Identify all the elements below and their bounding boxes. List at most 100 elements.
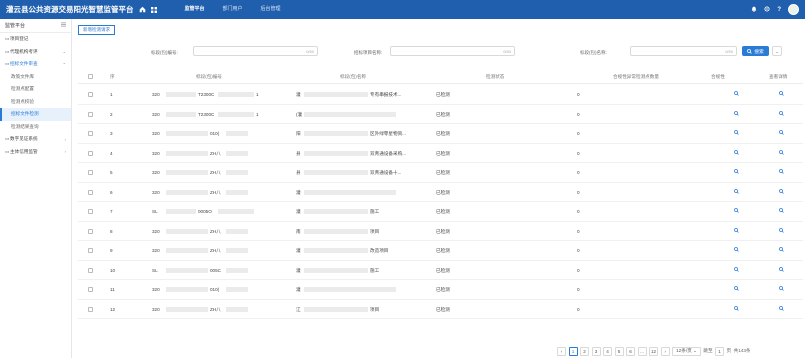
- compliance-search-icon[interactable]: [734, 208, 739, 215]
- grid-icon[interactable]: [151, 6, 158, 13]
- package-code-input[interactable]: 0/50: [193, 46, 318, 56]
- package-code-prefix: 320: [152, 111, 160, 117]
- row-checkbox[interactable]: [88, 150, 93, 156]
- package-code-prefix: SL: [152, 267, 158, 273]
- row-checkbox[interactable]: [88, 209, 93, 214]
- table-row[interactable]: 3 320 010(阳 区外绿零星物资... 已检测 0: [78, 124, 803, 144]
- row-checkbox[interactable]: [88, 248, 93, 253]
- package-code-middle: 010(: [210, 287, 220, 292]
- view-details-search-icon[interactable]: [779, 91, 784, 98]
- page-button[interactable]: 4: [603, 346, 612, 356]
- view-details-search-icon[interactable]: [779, 110, 784, 118]
- compliance-search-icon[interactable]: [734, 286, 739, 293]
- sidebar-item[interactable]: ▭ 数字见证系统 ›: [0, 133, 71, 146]
- view-details-search-icon[interactable]: [779, 130, 784, 137]
- expand-filters-button[interactable]: ⌄: [772, 46, 782, 56]
- page-button[interactable]: 12: [649, 346, 659, 356]
- sidebar-item[interactable]: 政策文件库: [0, 71, 71, 84]
- abnormal-count: 0: [577, 131, 580, 136]
- compliance-search-icon[interactable]: [734, 110, 739, 118]
- table-row[interactable]: 12 320 ZH八 江 项目 已检测 0: [78, 300, 803, 319]
- compliance-search-icon[interactable]: [734, 305, 739, 313]
- row-checkbox[interactable]: [88, 170, 93, 175]
- sidebar-item[interactable]: 招标文件检测: [0, 108, 71, 121]
- redacted-text: [166, 131, 208, 136]
- row-checkbox[interactable]: [88, 287, 93, 292]
- page-size-select[interactable]: 12条/页 ⌄: [672, 346, 701, 356]
- compliance-search-icon[interactable]: [734, 149, 739, 157]
- compliance-search-icon[interactable]: [734, 227, 739, 235]
- row-checkbox[interactable]: [88, 111, 93, 117]
- top-nav-item[interactable]: 部门用户: [214, 0, 252, 19]
- table-row[interactable]: 10 SL 005C 灌 施工 已检测 0: [78, 261, 803, 280]
- compliance-search-icon[interactable]: [734, 130, 739, 137]
- sidebar-item[interactable]: ▭ 主体信用监管 ›: [0, 146, 71, 159]
- view-details-search-icon[interactable]: [779, 208, 784, 215]
- view-details-search-icon[interactable]: [779, 227, 784, 235]
- page-button[interactable]: ...: [637, 346, 647, 356]
- help-icon[interactable]: ?: [777, 7, 781, 13]
- sidebar-item[interactable]: ▭ 招标文件审查 ⌃: [0, 58, 71, 71]
- select-all-checkbox[interactable]: [88, 74, 93, 79]
- view-details-search-icon[interactable]: [779, 188, 784, 196]
- sidebar-item[interactable]: ▭ 代理机构考评 ⌄: [0, 46, 71, 59]
- row-checkbox[interactable]: [88, 131, 93, 136]
- compliance-search-icon[interactable]: [734, 247, 739, 254]
- row-index: 8: [110, 228, 113, 234]
- table-row[interactable]: 8 320 ZH八 南 项目 已检测 0: [78, 222, 803, 241]
- sidebar-item[interactable]: 检测结果查询: [0, 121, 71, 134]
- row-checkbox[interactable]: [88, 306, 93, 312]
- view-details-search-icon[interactable]: [779, 286, 784, 293]
- page-button[interactable]: 3: [591, 346, 601, 356]
- jump-page-input[interactable]: 1: [715, 346, 725, 356]
- compliance-search-icon[interactable]: [734, 266, 739, 274]
- table-row[interactable]: 2 320 T2300C 1 (灌 已检测 0: [78, 105, 803, 124]
- redacted-text: [166, 306, 208, 312]
- view-details-search-icon[interactable]: [779, 169, 784, 176]
- page-button[interactable]: 5: [614, 346, 624, 356]
- bell-icon[interactable]: [751, 6, 757, 14]
- search-button[interactable]: 搜索: [742, 46, 769, 56]
- next-page-button[interactable]: ›: [660, 346, 670, 356]
- sidebar-item[interactable]: 检测点校验: [0, 96, 71, 109]
- view-details-search-icon[interactable]: [779, 305, 784, 313]
- package-code-prefix: 320: [152, 248, 160, 253]
- prev-page-button[interactable]: ‹: [557, 346, 566, 356]
- page-button[interactable]: 1: [568, 346, 578, 356]
- sidebar-item-label: 检测点校验: [11, 98, 34, 104]
- compliance-search-icon[interactable]: [734, 91, 739, 98]
- table-row[interactable]: 9 320 ZH八 灌 改造项目 已检测 0: [78, 241, 803, 261]
- redacted-text: [166, 189, 208, 195]
- compliance-search-icon[interactable]: [734, 188, 739, 196]
- view-details-search-icon[interactable]: [779, 149, 784, 157]
- top-nav-item[interactable]: 后台管理: [252, 0, 290, 19]
- table-row[interactable]: 5 320 ZH八 县 双青通设备十... 已检测 0: [78, 163, 803, 183]
- home-icon[interactable]: [139, 6, 146, 13]
- compliance-search-icon[interactable]: [734, 169, 739, 176]
- row-checkbox[interactable]: [88, 267, 93, 273]
- sidebar-item[interactable]: 检测点配置: [0, 83, 71, 96]
- row-checkbox[interactable]: [88, 92, 93, 97]
- table-row[interactable]: 1 320 T2300C 1 灌 专有串报技术... 已检测 0: [78, 85, 803, 105]
- sidebar-title: 监管平台: [5, 23, 26, 29]
- top-nav-item[interactable]: 监管平台: [176, 0, 214, 19]
- sidebar-item[interactable]: ▭ 项目登记: [0, 33, 71, 46]
- detection-status: 已检测: [436, 131, 450, 136]
- view-details-search-icon[interactable]: [779, 266, 784, 274]
- view-details-search-icon[interactable]: [779, 247, 784, 254]
- table-row[interactable]: 7 SL 0005O 灌 施工 已检测 0: [78, 202, 803, 222]
- table-row[interactable]: 4 320 ZH八 县 双青通设备采购... 已检测 0: [78, 144, 803, 163]
- avatar[interactable]: [788, 4, 799, 15]
- gear-icon[interactable]: [764, 5, 770, 14]
- abnormal-count: 0: [577, 111, 580, 117]
- new-detection-request-button[interactable]: 新增检测请求: [78, 25, 115, 35]
- project-name-input[interactable]: 0/50: [390, 46, 515, 56]
- row-checkbox[interactable]: [88, 228, 93, 234]
- row-checkbox[interactable]: [88, 189, 93, 195]
- menu-collapse-icon[interactable]: [61, 22, 66, 29]
- table-row[interactable]: 11 320 010(灌 已检测 0: [78, 280, 803, 300]
- page-button[interactable]: 2: [580, 346, 589, 356]
- package-name-input[interactable]: 0/50: [630, 46, 737, 56]
- table-row[interactable]: 6 320 ZH八 灌 已检测 0: [78, 183, 803, 202]
- page-button[interactable]: 6: [626, 346, 635, 356]
